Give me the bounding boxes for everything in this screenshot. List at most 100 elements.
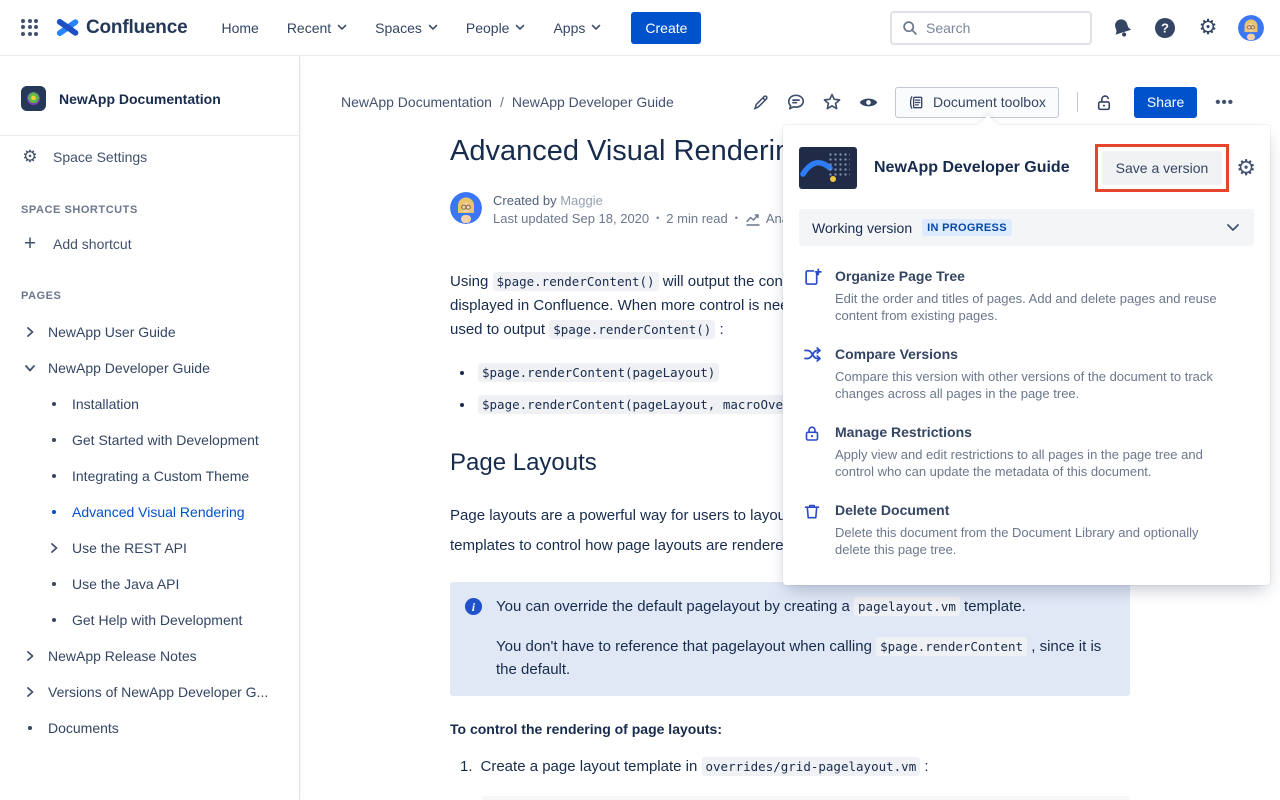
notifications-bell-icon[interactable] bbox=[1109, 15, 1135, 41]
save-a-version-button[interactable]: Save a version bbox=[1102, 151, 1223, 185]
trash-icon bbox=[803, 501, 821, 558]
search-input[interactable] bbox=[926, 20, 1076, 36]
sidebar-item-space-settings[interactable]: ⚙ Space Settings bbox=[0, 136, 299, 178]
document-thumbnail bbox=[799, 147, 857, 189]
edit-pencil-icon[interactable] bbox=[745, 87, 775, 117]
version-label: Working version bbox=[812, 220, 912, 236]
annotation-highlight-box: Save a version bbox=[1095, 144, 1230, 192]
version-selector[interactable]: Working version IN PROGRESS bbox=[799, 209, 1254, 246]
comments-icon[interactable] bbox=[781, 87, 811, 117]
sidebar-page-item[interactable]: NewApp Release Notes bbox=[0, 638, 299, 674]
watch-eye-icon[interactable] bbox=[853, 87, 883, 117]
space-sidebar: NewApp Documentation ⚙ Space Settings SP… bbox=[0, 56, 300, 800]
nav-item-apps[interactable]: Apps bbox=[541, 12, 613, 44]
page-link-label: Installation bbox=[72, 396, 139, 412]
space-name: NewApp Documentation bbox=[59, 91, 221, 107]
bullet-marker bbox=[46, 510, 62, 514]
breadcrumb-page-link[interactable]: NewApp Developer Guide bbox=[512, 94, 674, 110]
space-settings-label: Space Settings bbox=[53, 149, 147, 165]
space-settings-gear-icon: ⚙ bbox=[21, 147, 39, 167]
sidebar-page-item[interactable]: Use the REST API bbox=[0, 530, 299, 566]
sidebar-page-item[interactable]: Get Started with Development bbox=[0, 422, 299, 458]
sidebar-page-item[interactable]: Get Help with Development bbox=[0, 602, 299, 638]
popup-menu-item[interactable]: Compare VersionsCompare this version wit… bbox=[803, 345, 1250, 402]
inline-code: pagelayout.vm bbox=[854, 597, 960, 616]
sidebar-page-item[interactable]: NewApp Developer Guide bbox=[0, 350, 299, 386]
popup-settings-gear-icon[interactable]: ⚙ bbox=[1236, 155, 1256, 181]
bullet-marker bbox=[46, 402, 62, 406]
chevron-right-icon[interactable] bbox=[22, 326, 38, 338]
page-link-label: Documents bbox=[48, 720, 119, 736]
list-number: 1. bbox=[460, 758, 473, 775]
read-time: 2 min read bbox=[666, 210, 727, 227]
sidebar-page-item[interactable]: Integrating a Custom Theme bbox=[0, 458, 299, 494]
menu-item-description: Apply view and edit restrictions to all … bbox=[835, 446, 1227, 480]
share-button[interactable]: Share bbox=[1134, 87, 1197, 118]
more-actions-icon[interactable]: ••• bbox=[1209, 94, 1240, 111]
create-button[interactable]: Create bbox=[631, 12, 701, 44]
analytics-chart-icon bbox=[745, 211, 761, 227]
document-toolbox-popup: NewApp Developer Guide Save a version ⚙ … bbox=[783, 125, 1270, 585]
page-tree: NewApp User Guide NewApp Developer Guide I… bbox=[0, 310, 299, 746]
page-link-label: NewApp Release Notes bbox=[48, 648, 197, 664]
chevron-right-icon[interactable] bbox=[22, 650, 38, 662]
last-updated: Last updated Sep 18, 2020 bbox=[493, 210, 649, 227]
chevron-down-icon bbox=[428, 24, 438, 31]
bullet-marker bbox=[460, 371, 464, 375]
settings-gear-icon[interactable]: ⚙ bbox=[1195, 15, 1221, 41]
user-avatar[interactable] bbox=[1238, 15, 1264, 41]
lock-icon bbox=[803, 423, 821, 480]
primary-nav: HomeRecentSpacesPeopleApps bbox=[209, 12, 613, 44]
chevron-down-icon bbox=[591, 24, 601, 31]
svg-text:?: ? bbox=[1161, 20, 1169, 35]
bullet-marker bbox=[46, 582, 62, 586]
document-toolbox-button[interactable]: Document toolbox bbox=[895, 87, 1059, 118]
breadcrumb-space-link[interactable]: NewApp Documentation bbox=[341, 94, 492, 110]
bullet-marker bbox=[22, 726, 38, 730]
page-link-label: NewApp Developer Guide bbox=[48, 360, 210, 376]
bullet-marker bbox=[46, 438, 62, 442]
sidebar-page-item[interactable]: Versions of NewApp Developer G... bbox=[0, 674, 299, 710]
brand-name: Confluence bbox=[86, 17, 187, 39]
page-link-label: Get Started with Development bbox=[72, 432, 259, 448]
sidebar-page-item[interactable]: Installation bbox=[0, 386, 299, 422]
page-actions: Document toolbox Share ••• bbox=[745, 87, 1240, 118]
chevron-right-icon[interactable] bbox=[46, 542, 62, 554]
chevron-down-icon[interactable] bbox=[22, 363, 38, 373]
confluence-logo[interactable]: Confluence bbox=[56, 16, 187, 39]
space-logo-icon bbox=[21, 86, 46, 111]
nav-item-people[interactable]: People bbox=[454, 12, 538, 44]
document-toolbox-icon bbox=[908, 94, 925, 111]
favorite-star-icon[interactable] bbox=[817, 87, 847, 117]
popup-menu-item[interactable]: Organize Page TreeEdit the order and tit… bbox=[803, 267, 1250, 324]
nav-item-recent[interactable]: Recent bbox=[275, 12, 359, 44]
chevron-right-icon[interactable] bbox=[22, 686, 38, 698]
chevron-down-icon bbox=[337, 24, 347, 31]
search-box[interactable] bbox=[890, 11, 1092, 45]
sidebar-page-item[interactable]: Use the Java API bbox=[0, 566, 299, 602]
popup-menu-item[interactable]: Manage RestrictionsApply view and edit r… bbox=[803, 423, 1250, 480]
sidebar-page-item[interactable]: NewApp User Guide bbox=[0, 314, 299, 350]
app-switcher-icon[interactable] bbox=[18, 16, 42, 40]
popup-menu-item[interactable]: Delete DocumentDelete this document from… bbox=[803, 501, 1250, 558]
help-icon[interactable]: ? bbox=[1152, 15, 1178, 41]
unlock-icon[interactable] bbox=[1090, 87, 1120, 117]
chevron-down-icon bbox=[515, 24, 525, 31]
inline-code: $page.renderContent(pageLayout) bbox=[478, 363, 719, 382]
page-link-label: Advanced Visual Rendering bbox=[72, 504, 245, 520]
toolbar-divider bbox=[1077, 92, 1078, 112]
search-icon bbox=[902, 20, 918, 36]
author-name[interactable]: Maggie bbox=[560, 193, 603, 208]
sidebar-page-item[interactable]: Advanced Visual Rendering bbox=[0, 494, 299, 530]
page-link-label: Integrating a Custom Theme bbox=[72, 468, 249, 484]
nav-item-home[interactable]: Home bbox=[209, 12, 270, 44]
status-badge: IN PROGRESS bbox=[922, 219, 1012, 236]
add-shortcut-button[interactable]: + Add shortcut bbox=[0, 224, 299, 264]
inline-code: $page.renderContent() bbox=[493, 272, 659, 291]
page-link-label: Get Help with Development bbox=[72, 612, 242, 628]
nav-item-spaces[interactable]: Spaces bbox=[363, 12, 450, 44]
menu-item-title: Organize Page Tree bbox=[835, 267, 1227, 285]
author-avatar[interactable] bbox=[450, 192, 482, 224]
space-header[interactable]: NewApp Documentation bbox=[0, 56, 299, 135]
sidebar-page-item[interactable]: Documents bbox=[0, 710, 299, 746]
